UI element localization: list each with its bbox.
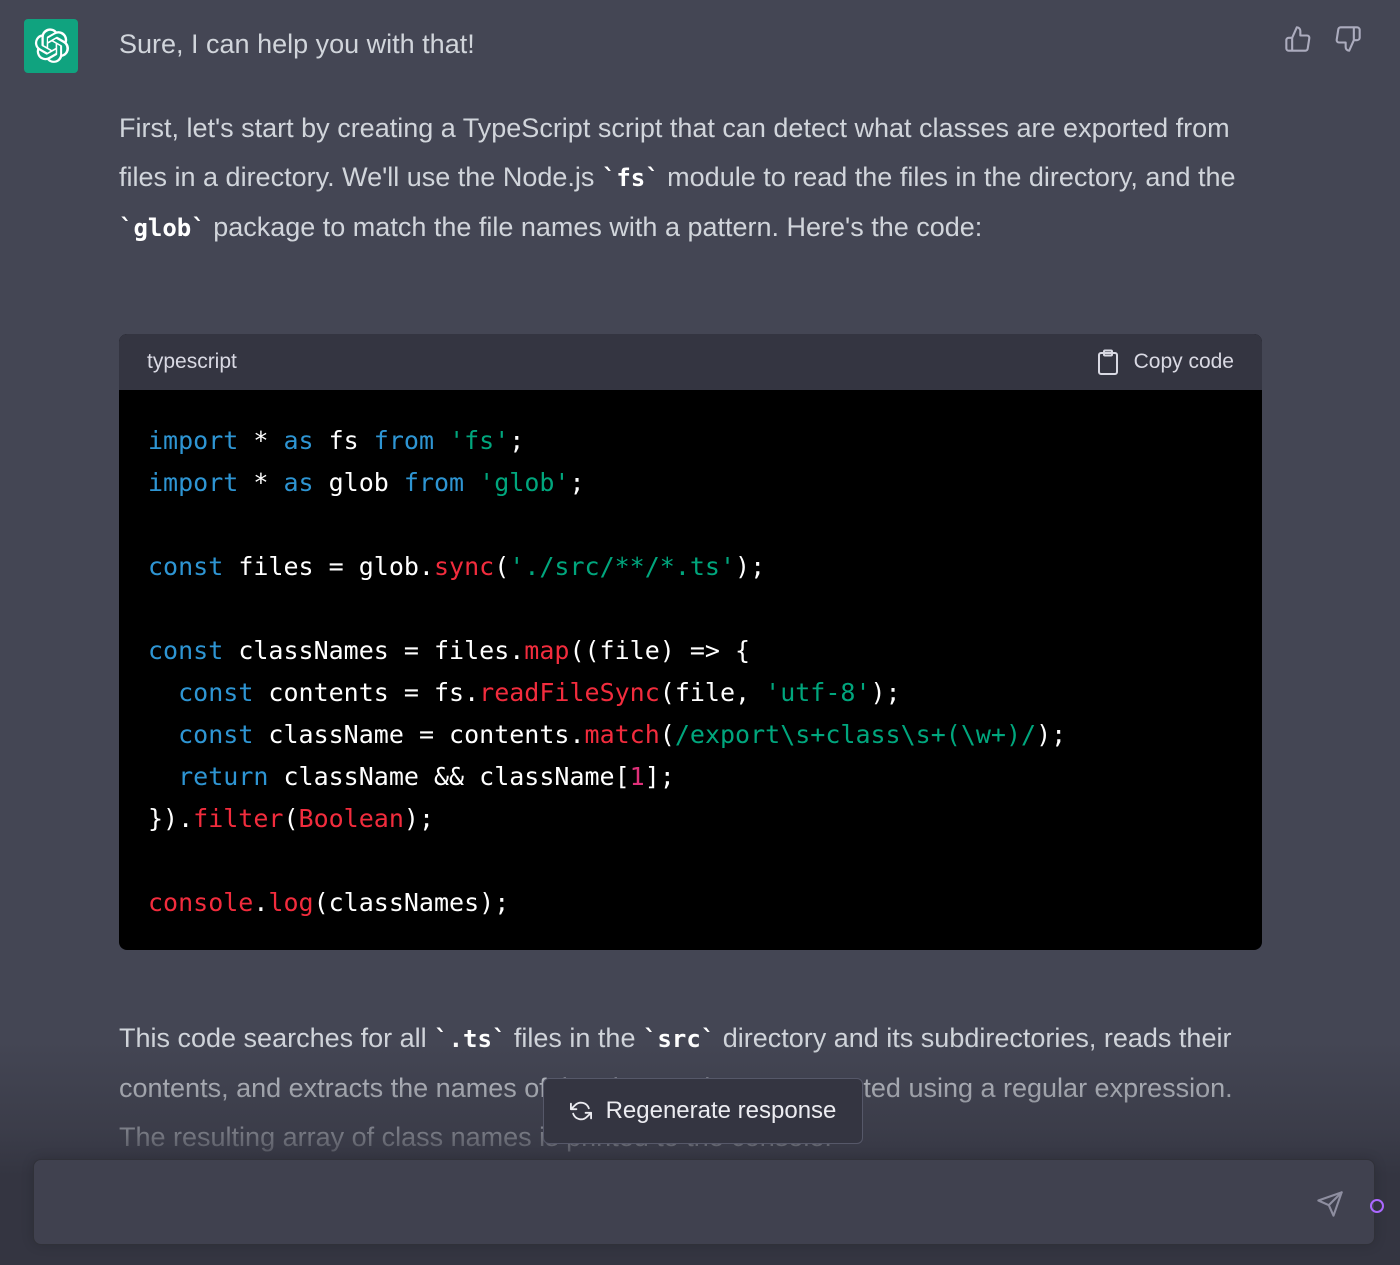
code-token: as	[283, 468, 314, 497]
code-token: readFileSync	[479, 678, 660, 707]
code-token: files = glob.	[223, 552, 434, 581]
code-line: const files = glob.sync('./src/**/*.ts')…	[148, 546, 1233, 588]
code-token: (classNames);	[313, 888, 510, 917]
code-line: console.log(classNames);	[148, 882, 1233, 924]
code-token: const	[148, 636, 224, 665]
code-token: 'utf-8'	[765, 678, 871, 707]
inline-code: `fs`	[601, 164, 660, 192]
code-line: import * as fs from 'fs';	[148, 420, 1233, 462]
code-token: );	[870, 678, 901, 707]
code-token: const	[178, 678, 254, 707]
code-token: const	[178, 720, 254, 749]
code-token: import	[148, 468, 239, 497]
code-block: typescript Copy code import * as fs from…	[119, 334, 1262, 950]
code-token: as	[283, 426, 314, 455]
code-token: );	[1036, 720, 1067, 749]
code-token: 'glob'	[479, 468, 570, 497]
send-icon	[1317, 1191, 1343, 1217]
feedback-buttons	[1284, 24, 1362, 54]
code-token: (file,	[659, 678, 766, 707]
inline-code: `src`	[642, 1025, 716, 1053]
code-token: );	[735, 552, 766, 581]
thumbs-down-icon	[1335, 26, 1361, 52]
code-token: *	[238, 426, 284, 455]
code-token: }).	[148, 804, 194, 833]
code-token: from	[373, 426, 435, 455]
copy-code-label: Copy code	[1133, 350, 1234, 373]
message-composer	[33, 1159, 1375, 1245]
code-token: console	[148, 888, 254, 917]
code-header: typescript Copy code	[119, 334, 1262, 390]
code-token: Boolean	[298, 804, 404, 833]
refresh-icon	[569, 1101, 592, 1121]
code-token: 'fs'	[449, 426, 510, 455]
code-token: from	[403, 468, 465, 497]
code-token: './src/**/*.ts'	[509, 552, 736, 581]
assistant-avatar	[24, 19, 78, 73]
copy-code-button[interactable]: Copy code	[1096, 349, 1234, 375]
regenerate-label: Regenerate response	[605, 1097, 837, 1124]
code-token: ;	[509, 426, 525, 455]
code-token: glob	[313, 468, 404, 497]
code-line: const classNames = files.map((file) => {	[148, 630, 1233, 672]
code-token: 1	[629, 762, 645, 791]
code-token: map	[524, 636, 570, 665]
code-line: return className && className[1];	[148, 756, 1233, 798]
code-token: ((file) => {	[569, 636, 751, 665]
code-line: const contents = fs.readFileSync(file, '…	[148, 672, 1233, 714]
code-token: (	[494, 552, 510, 581]
code-token: className && className[	[268, 762, 630, 791]
send-button[interactable]	[1316, 1190, 1346, 1220]
code-language-label: typescript	[147, 350, 237, 373]
clipboard-icon	[1097, 349, 1118, 375]
code-token: );	[403, 804, 434, 833]
thumbs-up-button[interactable]	[1284, 24, 1312, 54]
code-token: match	[584, 720, 660, 749]
code-line: import * as glob from 'glob';	[148, 462, 1233, 504]
code-token: fs	[313, 426, 374, 455]
code-token: const	[148, 552, 224, 581]
code-token: ;	[569, 468, 585, 497]
code-token: contents = fs.	[253, 678, 480, 707]
code-token: (	[659, 720, 675, 749]
code-token: className = contents.	[253, 720, 585, 749]
inline-code: `.ts`	[434, 1025, 507, 1053]
code-token: log	[268, 888, 314, 917]
code-token: .	[253, 888, 269, 917]
code-token: import	[148, 426, 239, 455]
message-greeting: Sure, I can help you with that!	[119, 29, 475, 59]
code-token: (	[283, 804, 299, 833]
code-token: filter	[193, 804, 284, 833]
code-content[interactable]: import * as fs from 'fs'; import * as glo…	[119, 390, 1262, 924]
message-intro: First, let's start by creating a TypeScr…	[119, 113, 1236, 242]
thumbs-up-icon	[1285, 26, 1311, 52]
message-input[interactable]	[54, 1186, 1314, 1220]
inline-code: `glob`	[119, 214, 206, 242]
thumbs-down-button[interactable]	[1334, 24, 1362, 54]
code-token: /export\s+class\s+(\w+)/	[674, 720, 1037, 749]
status-indicator-dot	[1370, 1199, 1384, 1213]
regenerate-response-button[interactable]: Regenerate response	[543, 1078, 863, 1144]
code-token: classNames = files.	[223, 636, 525, 665]
code-line: const className = contents.match(/export…	[148, 714, 1233, 756]
code-token: ];	[644, 762, 675, 791]
code-line: }).filter(Boolean);	[148, 798, 1233, 840]
code-token: *	[238, 468, 284, 497]
openai-logo-icon	[34, 28, 69, 63]
code-token: return	[178, 762, 269, 791]
code-token: sync	[433, 552, 495, 581]
